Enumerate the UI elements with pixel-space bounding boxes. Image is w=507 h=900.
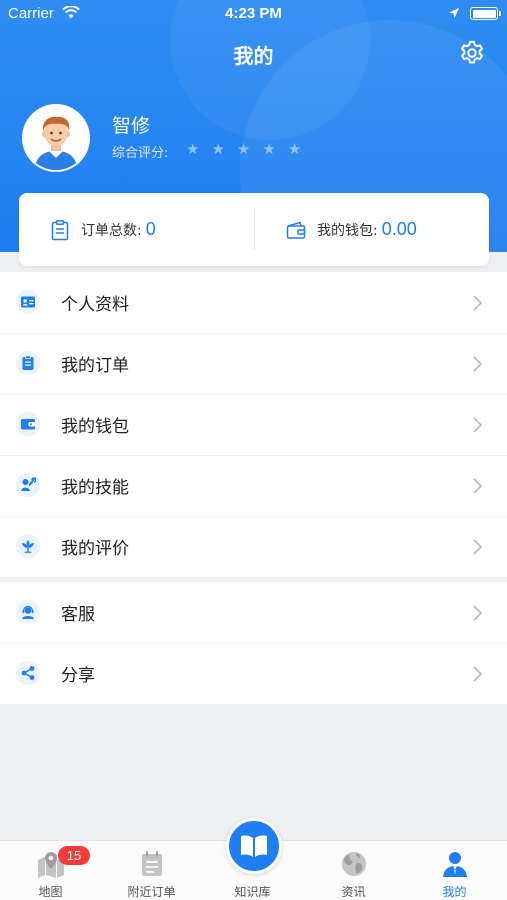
share-icon [21, 666, 35, 680]
star-icon: ★ [287, 140, 302, 158]
menu-item-label: 我的订单 [61, 356, 129, 376]
menu-item-label: 我的技能 [61, 478, 129, 498]
menu-item-label: 我的评价 [61, 539, 129, 559]
menu-item-label: 我的钱包 [61, 417, 129, 437]
stats-divider [254, 210, 255, 250]
menu-item-label: 分享 [61, 666, 95, 686]
tab-news[interactable]: 资讯 [303, 841, 404, 900]
user-name: 智修 [112, 115, 151, 137]
gear-icon[interactable] [458, 39, 486, 67]
tab-nearby-orders[interactable]: 附近订单 [101, 841, 202, 900]
menu-item-share[interactable]: 分享 [0, 643, 507, 704]
menu-item-label: 个人资料 [61, 295, 129, 315]
order-count-value: 0 [145, 219, 156, 239]
menu-item-skills[interactable]: 我的技能 [0, 455, 507, 516]
stats-card: 订单总数: 0 我的钱包: 0.00 [19, 193, 489, 266]
status-bar: Carrier 4:23 PM [0, 0, 507, 28]
user-icon [443, 852, 467, 877]
menu-item-wallet[interactable]: 我的钱包 [0, 394, 507, 455]
tab-label: 附近订单 [127, 885, 176, 899]
chevron-right-icon [473, 295, 483, 311]
chevron-right-icon [473, 478, 483, 494]
rating-label: 综合评分: [112, 146, 169, 161]
person-avatar-icon [24, 106, 88, 170]
menu-group-account: 个人资料 我的订单 我的钱包 我的技能 我的评价 [0, 272, 507, 577]
tab-mine[interactable]: 我的 [404, 841, 505, 900]
star-icon: ★ [186, 140, 200, 158]
chevron-right-icon [473, 356, 483, 372]
customer-service-icon [22, 605, 34, 619]
rating-stars: ★ ★ ★ ★ ★ [186, 140, 301, 158]
location-arrow-icon [449, 8, 459, 18]
globe-icon [342, 852, 366, 876]
menu-group-support: 客服 分享 [0, 582, 507, 704]
menu-item-orders[interactable]: 我的订单 [0, 333, 507, 394]
tab-map[interactable]: 15 地图 [0, 841, 101, 900]
chevron-right-icon [473, 666, 483, 682]
wallet-icon [286, 221, 306, 239]
id-card-icon [21, 296, 35, 308]
order-count-label: 订单总数: [81, 222, 142, 239]
star-icon: ★ [236, 140, 251, 158]
clipboard-icon [51, 219, 69, 240]
page-title: 我的 [233, 44, 274, 68]
wallet-icon [21, 419, 35, 430]
tab-label: 知识库 [234, 885, 271, 899]
chevron-right-icon [473, 539, 483, 555]
knowledge-base-button[interactable] [226, 818, 282, 874]
tab-label: 资讯 [341, 885, 366, 899]
wrench-icon [21, 477, 36, 491]
menu-item-profile[interactable]: 个人资料 [0, 272, 507, 333]
clipboard-icon [22, 355, 34, 370]
wallet-label: 我的钱包: [317, 222, 378, 239]
star-icon: ★ [262, 140, 276, 158]
menu-item-label: 客服 [61, 605, 95, 625]
battery-icon [470, 7, 501, 20]
flower-icon [22, 540, 34, 553]
wallet-stat[interactable]: 我的钱包: 0.00 [285, 193, 417, 266]
star-icon: ★ [211, 140, 225, 158]
tab-label: 地图 [38, 885, 63, 899]
notification-badge: 15 [58, 846, 90, 865]
calendar-icon [142, 851, 162, 876]
wallet-value: 0.00 [381, 219, 417, 239]
clock: 4:23 PM [225, 5, 282, 22]
order-count-stat[interactable]: 订单总数: 0 [49, 193, 156, 266]
menu-item-reviews[interactable]: 我的评价 [0, 516, 507, 577]
chevron-right-icon [473, 417, 483, 433]
book-icon [241, 835, 267, 857]
menu-item-customer-service[interactable]: 客服 [0, 582, 507, 643]
chevron-right-icon [473, 605, 483, 621]
tab-label: 我的 [442, 885, 467, 899]
avatar[interactable] [22, 104, 90, 172]
